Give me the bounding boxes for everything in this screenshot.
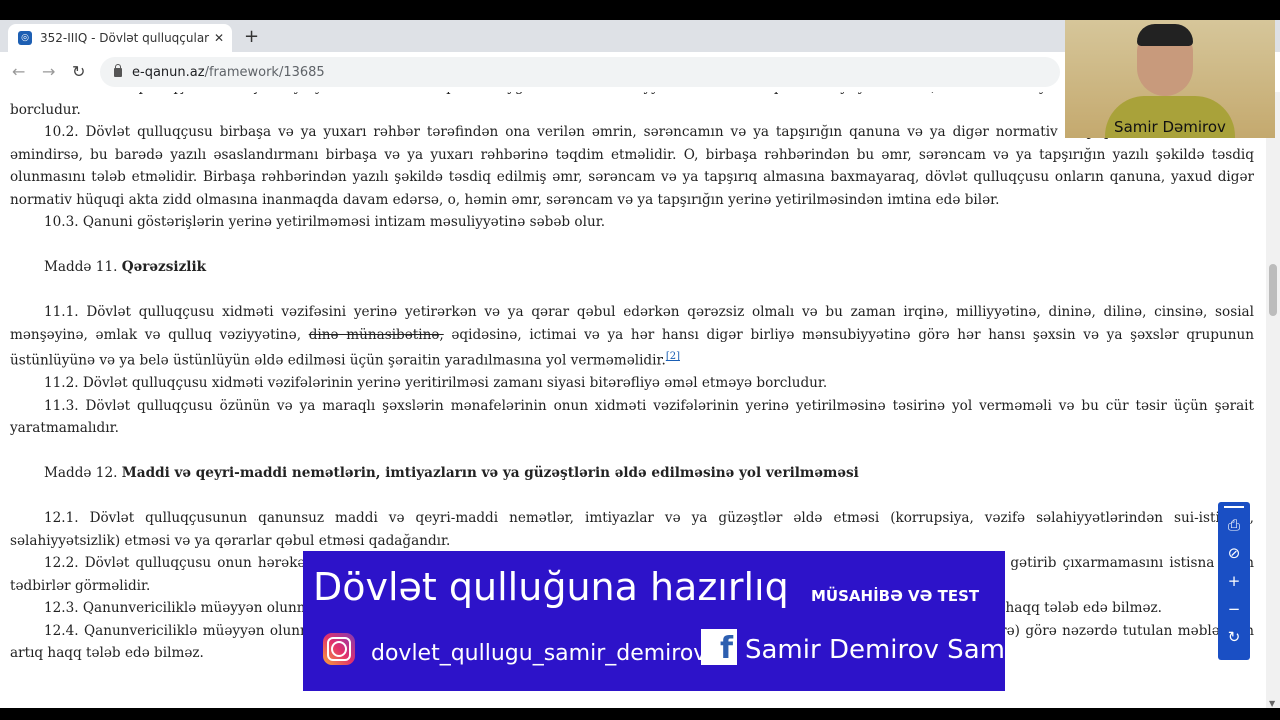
page-scrollbar[interactable]: ▼ xyxy=(1266,92,1280,710)
article-11-heading: Maddə 11. Qərəzsizlik xyxy=(44,259,207,275)
site-favicon-icon: ◎ xyxy=(18,31,32,45)
paragraph-11-3: 11.3. Dövlət qulluqçusu özünün və ya mar… xyxy=(10,397,1254,437)
zoom-out-icon[interactable]: − xyxy=(1218,600,1250,618)
new-tab-button[interactable]: + xyxy=(244,26,259,47)
instagram-icon xyxy=(323,633,355,665)
facebook-name: Samir Demirov Samir xyxy=(745,635,1023,665)
paragraph-10-3: 10.3. Qanuni göstərişlərin yerinə yetiri… xyxy=(44,214,606,230)
instagram-handle: dovlet_qullugu_samir_demirov xyxy=(371,641,707,666)
facebook-icon: f xyxy=(701,629,737,666)
top-black-bar xyxy=(0,0,1280,20)
presenter-hair xyxy=(1137,24,1193,46)
reload-button[interactable]: ↻ xyxy=(72,62,85,81)
paragraph-11-1: 11.1. Dövlət qulluqçusu xidməti vəzifəsi… xyxy=(10,304,1254,369)
scrollbar-thumb[interactable] xyxy=(1269,264,1277,316)
url-text: e-qanun.az/framework/13685 xyxy=(132,64,325,80)
browser-tab[interactable]: ◎ 352-IIIQ - Dövlət qulluqçularının ✕ xyxy=(8,24,232,52)
side-toolbar: ⎙ ⊘ + − ↻ xyxy=(1218,502,1250,660)
banner-headline: Dövlət qulluğuna hazırlıq xyxy=(313,565,789,609)
forward-button[interactable]: → xyxy=(42,62,55,81)
lock-icon xyxy=(114,63,122,77)
back-button[interactable]: ← xyxy=(12,62,25,81)
toolbar-handle[interactable] xyxy=(1224,506,1244,508)
tab-close-icon[interactable]: ✕ xyxy=(214,31,224,45)
zoom-in-icon[interactable]: + xyxy=(1218,572,1250,590)
scroll-down-arrow-icon[interactable]: ▼ xyxy=(1269,699,1275,708)
footnote-link[interactable]: [2] xyxy=(666,351,680,362)
promo-banner: Dövlət qulluğuna hazırlıq MÜSAHİBƏ VƏ TE… xyxy=(303,551,1023,691)
webcam-overlay: Samir Dəmirov xyxy=(1065,20,1275,138)
presenter-name: Samir Dəmirov xyxy=(1114,118,1226,136)
article-12-heading: Maddə 12. Maddi və qeyri-maddi nemətləri… xyxy=(44,465,859,482)
banner-subtitle: MÜSAHİBƏ VƏ TEST xyxy=(811,587,980,605)
print-icon[interactable]: ⎙ xyxy=(1218,516,1250,534)
address-bar[interactable]: e-qanun.az/framework/13685 xyxy=(100,57,1060,87)
bottom-black-bar xyxy=(0,708,1280,720)
hide-icon[interactable]: ⊘ xyxy=(1218,544,1250,562)
paragraph-12-1: 12.1. Dövlət qulluqçusunun qanunsuz madd… xyxy=(10,510,1254,549)
reset-icon[interactable]: ↻ xyxy=(1218,628,1250,646)
paragraph-11-2: 11.2. Dövlət qulluqçusu xidməti vəzifələ… xyxy=(44,375,828,392)
tab-title: 352-IIIQ - Dövlət qulluqçularının xyxy=(40,31,210,45)
